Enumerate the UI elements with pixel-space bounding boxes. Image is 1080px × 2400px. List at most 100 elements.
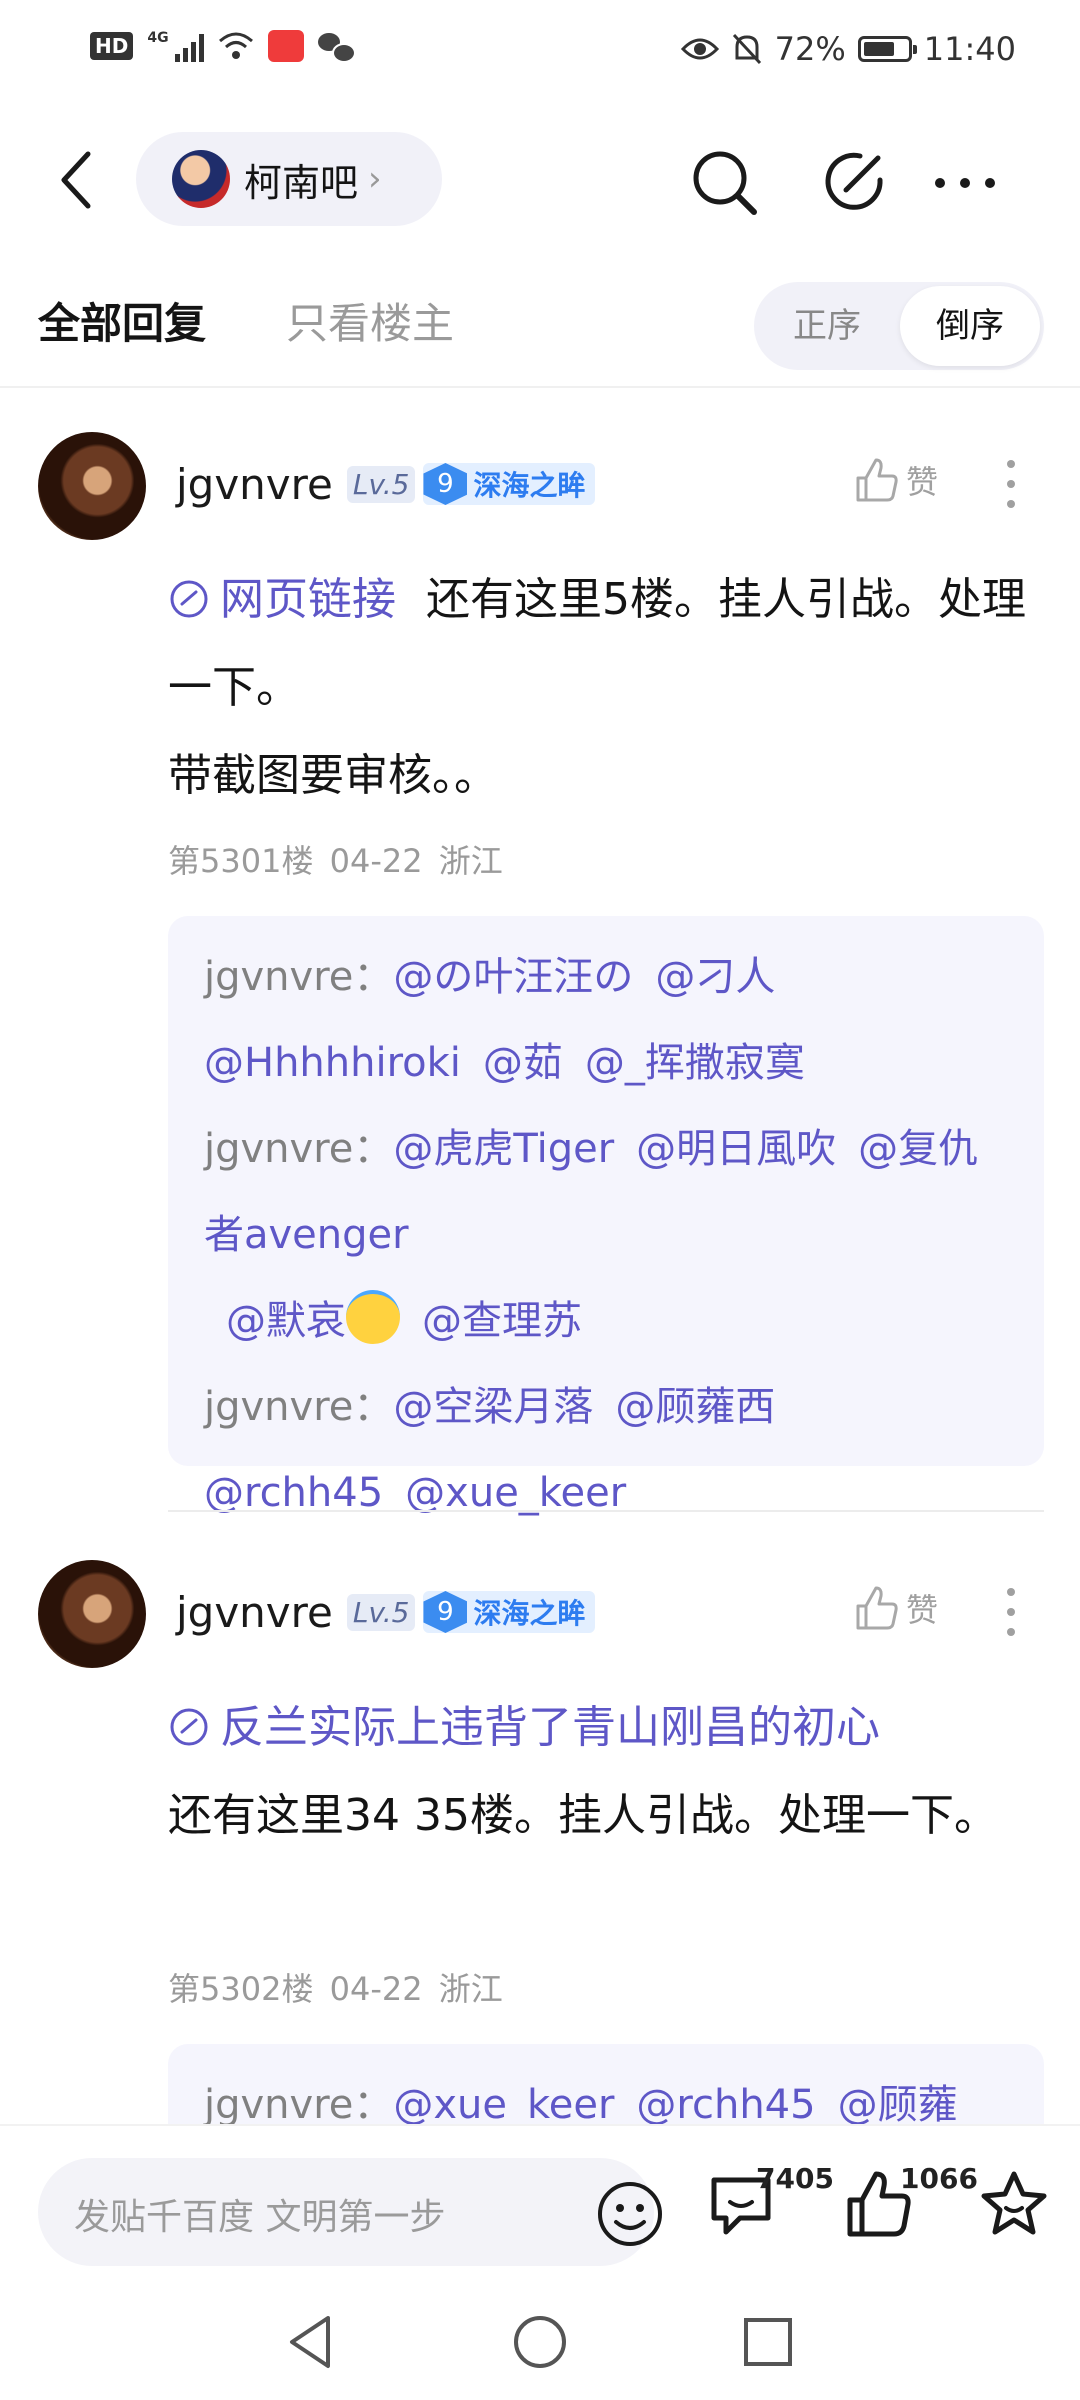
fan-medal: 9 深海之眸	[423, 463, 596, 505]
tab-all-replies[interactable]: 全部回复	[38, 290, 206, 351]
link-icon	[170, 580, 208, 618]
link-icon	[170, 1708, 208, 1746]
forum-entry-button[interactable]: 柯南吧 ›	[136, 132, 442, 226]
web-link[interactable]: 反兰实际上违背了青山刚昌的初心	[168, 1702, 880, 1753]
post-text-line: 带截图要审核。。	[168, 750, 498, 801]
star-icon	[981, 2171, 1047, 2235]
post-content: 网页链接 还有这里5楼。挂人引战。处理一下。 带截图要审核。。	[168, 556, 1048, 820]
link-text: 网页链接	[220, 574, 396, 625]
post-text: 还有这里34 35楼。挂人引战。处理一下。	[168, 1790, 998, 1841]
header: 柯南吧 ›	[0, 130, 1080, 230]
network-type: 4G	[147, 30, 169, 46]
system-nav-bar	[0, 2290, 1080, 2400]
tab-op-only[interactable]: 只看楼主	[286, 290, 454, 351]
reply-tabs: 全部回复 只看楼主 正序 倒序	[0, 282, 1080, 382]
mention[interactable]: @Hhhhhiroki	[204, 1040, 461, 1086]
mention[interactable]: @查理苏	[422, 1298, 582, 1344]
app-notification-icon	[267, 30, 304, 62]
fan-medal: 9 深海之眸	[423, 1591, 596, 1633]
medal-name: 深海之眸	[473, 469, 586, 502]
reply-input[interactable]: 发贴千百度 文明第一步	[38, 2158, 662, 2266]
halo-smile-emoji-icon	[346, 1290, 400, 1344]
sub-reply-user: jgvnvre：	[204, 954, 394, 1000]
post-more-button[interactable]	[996, 454, 1026, 514]
mention[interactable]: @默哀	[226, 1298, 346, 1344]
hd-badge: HD	[90, 32, 134, 60]
nav-back-button[interactable]	[280, 2310, 344, 2374]
mention[interactable]: @茹	[483, 1040, 563, 1086]
medal-name: 深海之眸	[473, 1597, 586, 1630]
sort-ascending-button[interactable]: 正序	[754, 282, 900, 370]
username[interactable]: jgvnvre	[176, 1588, 333, 1637]
search-button[interactable]	[690, 148, 760, 218]
post-more-button[interactable]	[996, 1582, 1026, 1642]
comment-count: 7405	[756, 2162, 834, 2195]
like-label: 赞	[906, 463, 939, 501]
sub-reply-user: jgvnvre：	[204, 1126, 394, 1172]
thumbs-up-icon	[856, 458, 898, 502]
mute-bell-icon	[732, 33, 761, 65]
status-bar: HD 4G 72% 11:40	[0, 0, 1080, 100]
edit-icon	[825, 152, 883, 210]
mention[interactable]: @顾蕹西	[615, 1384, 775, 1430]
mention[interactable]: @_挥撒寂寞	[585, 1040, 805, 1086]
nav-home-button[interactable]	[508, 2310, 572, 2374]
back-button[interactable]	[48, 148, 108, 212]
like-button[interactable]: 赞	[852, 456, 938, 504]
forum-name: 柯南吧	[244, 160, 359, 205]
username[interactable]: jgvnvre	[176, 460, 333, 509]
battery-icon	[857, 36, 917, 62]
medal-level: 9	[423, 1591, 468, 1633]
mention[interactable]: @xue_keer	[393, 2082, 614, 2128]
bottom-action-bar: 发贴千百度 文明第一步 7405 1066	[0, 2124, 1080, 2284]
forum-avatar	[172, 150, 230, 208]
level-badge: Lv.5	[346, 1593, 416, 1631]
more-icon	[935, 178, 995, 188]
mention[interactable]: @空梁月落	[393, 1384, 593, 1430]
like-button[interactable]: 赞	[852, 1584, 938, 1632]
clock: 11:40	[923, 30, 1016, 68]
back-icon	[61, 151, 91, 209]
post-divider	[168, 1510, 1044, 1512]
reply-post: jgvnvre Lv.5 9 深海之眸 赞 网页链接 还有这里5楼。挂人引战。处…	[0, 432, 1080, 1516]
post-meta: 第5301楼 04-22 浙江	[168, 842, 503, 880]
square-recents-icon	[744, 2318, 792, 2366]
sort-descending-button[interactable]: 倒序	[900, 286, 1040, 366]
divider	[0, 386, 1080, 388]
sub-reply-user: jgvnvre：	[204, 2082, 394, 2128]
mention[interactable]: @明日風吹	[636, 1126, 836, 1172]
reply-post: jgvnvre Lv.5 9 深海之眸 赞 反兰实际上违背了青山刚昌的初心 还有…	[0, 1560, 1080, 2244]
mention[interactable]: @刁人	[655, 954, 775, 1000]
post-meta: 第5302楼 04-22 浙江	[168, 1970, 503, 2008]
more-button[interactable]	[930, 148, 1000, 218]
edit-button[interactable]	[822, 148, 892, 218]
circle-home-icon	[514, 2316, 566, 2368]
like-label: 赞	[906, 1591, 939, 1629]
level-badge: Lv.5	[346, 465, 416, 503]
favorite-button[interactable]	[978, 2168, 1050, 2240]
sort-toggle: 正序 倒序	[754, 282, 1044, 370]
thumbs-up-icon	[856, 1586, 898, 1630]
mention[interactable]: @顾蕹	[838, 2082, 958, 2128]
smiley-icon	[598, 2182, 662, 2246]
link-text: 反兰实际上违背了青山刚昌的初心	[220, 1702, 880, 1753]
wifi-icon	[218, 32, 253, 59]
sub-reply-user: jgvnvre：	[204, 1384, 394, 1430]
avatar[interactable]	[38, 1560, 146, 1668]
medal-level: 9	[423, 463, 468, 505]
nav-recents-button[interactable]	[736, 2310, 800, 2374]
mention[interactable]: @rchh45	[636, 2082, 815, 2128]
emoji-button[interactable]	[596, 2180, 664, 2248]
avatar[interactable]	[38, 432, 146, 540]
web-link[interactable]: 网页链接	[168, 574, 396, 625]
reply-placeholder: 发贴千百度 文明第一步	[74, 2197, 446, 2238]
sub-reply-box[interactable]: jgvnvre：@の叶汪汪の @刁人 @Hhhhhiroki @茹 @_挥撒寂寞 jg…	[168, 916, 1044, 1516]
wechat-icon	[317, 31, 356, 63]
search-icon	[693, 151, 757, 215]
chevron-right-icon: ›	[368, 159, 382, 199]
mention[interactable]: @の叶汪汪の	[393, 954, 633, 1000]
eye-icon	[680, 38, 719, 60]
triangle-back-icon	[290, 2316, 330, 2368]
post-content: 反兰实际上违背了青山刚昌的初心 还有这里34 35楼。挂人引战。处理一下。	[168, 1684, 1048, 1860]
mention[interactable]: @虎虎Tiger	[393, 1126, 614, 1172]
